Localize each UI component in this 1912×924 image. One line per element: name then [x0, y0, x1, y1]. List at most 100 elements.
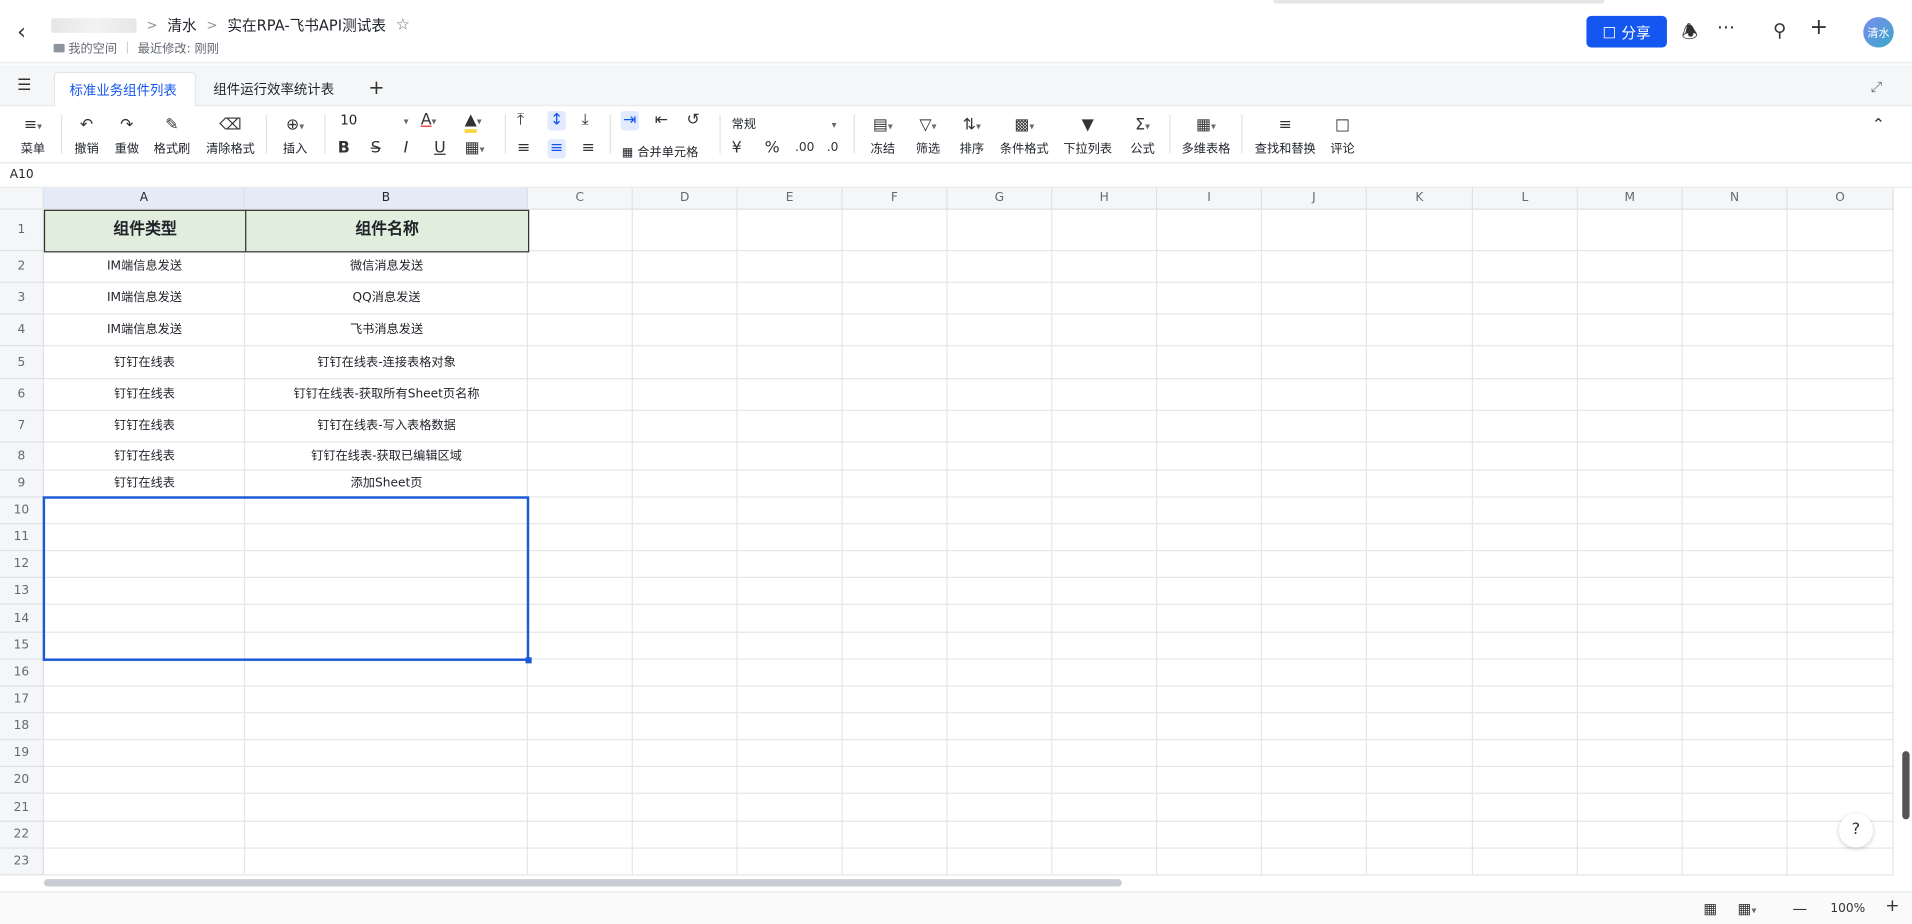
- column-header[interactable]: D: [632, 187, 738, 210]
- row-header[interactable]: 2: [0, 251, 44, 283]
- table-cell[interactable]: 钉钉在线表-获取已编辑区域: [245, 443, 528, 471]
- row-header[interactable]: 21: [0, 793, 44, 822]
- row-header[interactable]: 5: [0, 346, 44, 380]
- fill-handle[interactable]: [525, 657, 532, 664]
- merge-cells-button[interactable]: ▦ 合并单元格: [622, 141, 712, 159]
- italic-icon[interactable]: I: [404, 139, 409, 159]
- collapse-toolbar-icon[interactable]: ⌃: [1872, 116, 1885, 136]
- row-header[interactable]: 12: [0, 551, 44, 578]
- dropdown-list-button[interactable]: ▼ 下拉列表: [1061, 115, 1115, 156]
- row-header[interactable]: 8: [0, 442, 44, 471]
- column-header[interactable]: L: [1473, 187, 1578, 210]
- font-size-select[interactable]: 10 ▾: [340, 112, 408, 128]
- multi-table-button[interactable]: ▦▾ 多维表格: [1178, 115, 1234, 156]
- layers-icon[interactable]: ☰: [17, 77, 31, 95]
- horizontal-scrollbar[interactable]: [43, 879, 1122, 887]
- conditional-format-button[interactable]: ▩▾ 条件格式: [997, 115, 1051, 156]
- avatar[interactable]: 清水: [1863, 17, 1894, 48]
- table-cell[interactable]: IM端信息发送: [44, 283, 245, 315]
- insert-button[interactable]: ⊕▾ 插入: [276, 115, 315, 156]
- table-cell[interactable]: 飞书消息发送: [245, 315, 528, 347]
- share-button[interactable]: □ 分享: [1586, 15, 1667, 48]
- vertical-scrollbar[interactable]: [1902, 751, 1910, 820]
- layout-view-icon[interactable]: ▦▾: [1738, 900, 1757, 917]
- table-cell[interactable]: 钉钉在线表: [44, 443, 245, 471]
- row-header[interactable]: 1: [0, 209, 44, 252]
- search-icon[interactable]: ⚲: [1773, 20, 1786, 42]
- table-cell[interactable]: QQ消息发送: [245, 283, 528, 315]
- selection-range[interactable]: [42, 496, 530, 661]
- formula-button[interactable]: Σ▾ 公式: [1124, 115, 1161, 156]
- header-component-name[interactable]: 组件名称: [245, 209, 530, 253]
- comment-button[interactable]: □ 评论: [1327, 115, 1359, 156]
- row-header[interactable]: 14: [0, 604, 44, 633]
- wrap-clip-icon[interactable]: ⇤: [655, 111, 668, 131]
- plus-icon[interactable]: +: [1810, 15, 1828, 41]
- row-header[interactable]: 20: [0, 767, 44, 794]
- align-bottom-icon[interactable]: ⤓: [582, 111, 589, 131]
- help-icon[interactable]: ?: [1838, 813, 1873, 848]
- star-icon[interactable]: ☆: [396, 16, 410, 34]
- row-header[interactable]: 23: [0, 848, 44, 876]
- row-header[interactable]: 7: [0, 410, 44, 443]
- table-cell[interactable]: 微信消息发送: [245, 251, 528, 283]
- row-header[interactable]: 10: [0, 497, 44, 525]
- bold-icon[interactable]: B: [338, 139, 350, 159]
- row-header[interactable]: 16: [0, 659, 44, 687]
- table-cell[interactable]: IM端信息发送: [44, 251, 245, 283]
- row-header[interactable]: 6: [0, 379, 44, 411]
- back-icon[interactable]: ‹: [17, 20, 26, 46]
- column-header[interactable]: H: [1052, 187, 1158, 210]
- zoom-out-icon[interactable]: —: [1793, 900, 1808, 917]
- fill-color-icon[interactable]: ▲▾: [464, 110, 482, 133]
- column-header[interactable]: K: [1366, 187, 1474, 210]
- column-header[interactable]: M: [1577, 187, 1683, 210]
- row-header[interactable]: 11: [0, 524, 44, 552]
- column-header[interactable]: G: [947, 187, 1053, 210]
- percent-icon[interactable]: %: [765, 139, 780, 159]
- number-format-select[interactable]: 常规 ▾: [732, 113, 837, 131]
- decrease-decimal-icon[interactable]: .00: [795, 139, 814, 159]
- border-icon[interactable]: ▦▾: [465, 139, 485, 160]
- row-header[interactable]: 22: [0, 821, 44, 849]
- undo-button[interactable]: ↶ 撤销: [71, 115, 103, 156]
- table-cell[interactable]: 钉钉在线表: [44, 346, 245, 379]
- row-header[interactable]: 19: [0, 740, 44, 768]
- align-middle-icon[interactable]: ↕: [547, 110, 566, 131]
- align-top-icon[interactable]: ⤒: [517, 111, 524, 131]
- location[interactable]: 我的空间: [53, 38, 117, 56]
- table-cell[interactable]: 钉钉在线表: [44, 471, 245, 498]
- bell-icon[interactable]: 🕭: [1682, 20, 1698, 50]
- table-cell[interactable]: 添加Sheet页: [245, 471, 528, 498]
- column-header[interactable]: A: [43, 187, 246, 210]
- column-header[interactable]: N: [1682, 187, 1788, 210]
- add-sheet-icon[interactable]: +: [368, 76, 384, 99]
- increase-decimal-icon[interactable]: .0: [827, 139, 839, 159]
- currency-icon[interactable]: ¥: [732, 139, 742, 159]
- row-header[interactable]: 9: [0, 470, 44, 498]
- column-header[interactable]: B: [245, 187, 529, 210]
- table-cell[interactable]: 钉钉在线表: [44, 411, 245, 443]
- row-header[interactable]: 17: [0, 686, 44, 714]
- column-header[interactable]: O: [1787, 187, 1894, 210]
- header-component-type[interactable]: 组件类型: [43, 209, 247, 253]
- strikethrough-icon[interactable]: S: [371, 139, 381, 159]
- sort-button[interactable]: ⇅▾ 排序: [954, 115, 991, 156]
- column-header[interactable]: F: [842, 187, 948, 210]
- table-cell[interactable]: 钉钉在线表-写入表格数据: [245, 411, 528, 443]
- column-header[interactable]: J: [1262, 187, 1367, 210]
- table-cell[interactable]: 钉钉在线表-获取所有Sheet页名称: [245, 379, 528, 411]
- clear-format-button[interactable]: ⌫ 清除格式: [202, 115, 258, 156]
- filter-button[interactable]: ▽▾ 筛选: [908, 115, 947, 156]
- row-header[interactable]: 4: [0, 314, 44, 347]
- table-cell[interactable]: 钉钉在线表: [44, 379, 245, 411]
- row-header[interactable]: 3: [0, 282, 44, 315]
- table-cell[interactable]: 钉钉在线表-连接表格对象: [245, 346, 528, 379]
- menu-button[interactable]: ≡▾ 菜单: [15, 115, 52, 156]
- find-replace-button[interactable]: ≡ 查找和替换: [1252, 115, 1318, 156]
- align-center-icon[interactable]: ≡: [547, 139, 566, 159]
- column-header[interactable]: I: [1157, 187, 1263, 210]
- tab-standard-components[interactable]: 标准业务组件列表: [53, 71, 197, 107]
- name-box[interactable]: A10: [0, 165, 1912, 188]
- wrap-overflow-icon[interactable]: ⇥: [620, 110, 639, 131]
